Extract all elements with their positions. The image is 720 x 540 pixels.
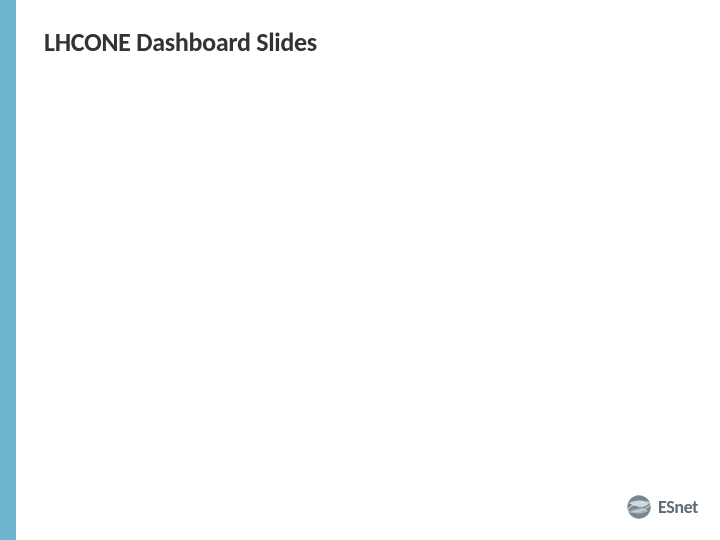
brand-logo: ESnet (626, 494, 698, 520)
accent-left-bar (0, 0, 16, 540)
slide-title: LHCONE Dashboard Slides (44, 26, 317, 58)
esnet-globe-icon (626, 494, 652, 520)
brand-logo-text: ESnet (658, 496, 698, 518)
